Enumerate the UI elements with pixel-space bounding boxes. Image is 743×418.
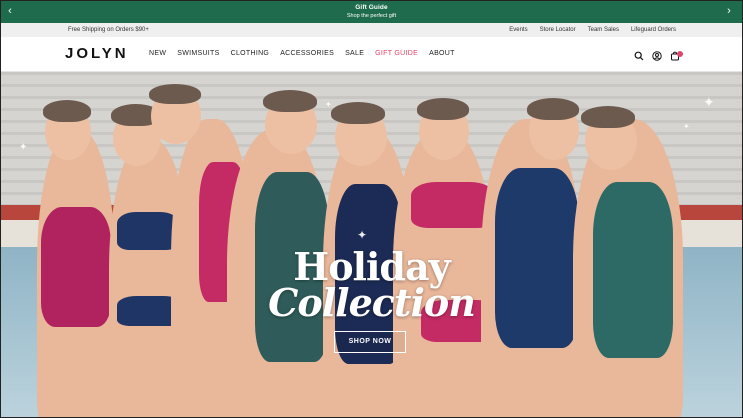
main-nav: JOLYN NEW SWIMSUITS CLOTHING ACCESSORIES… xyxy=(1,37,742,72)
utility-link-store-locator[interactable]: Store Locator xyxy=(540,27,576,33)
utility-link-lifeguard-orders[interactable]: Lifeguard Orders xyxy=(631,27,676,33)
account-icon[interactable] xyxy=(652,48,662,61)
hero-banner[interactable]: ✦ ✦ ✦ ✦ ✦ Holiday Collection SHOP NOW xyxy=(1,72,742,417)
shipping-notice: Free Shipping on Orders $90+ xyxy=(68,27,149,33)
nav-item-swimsuits[interactable]: SWIMSUITS xyxy=(177,50,219,57)
sparkle-icon: ✦ xyxy=(325,100,332,109)
announcement-title[interactable]: Gift Guide xyxy=(1,4,742,11)
sparkle-icon: ✦ xyxy=(683,122,690,131)
chevron-right-icon[interactable]: › xyxy=(722,4,736,18)
utility-link-team-sales[interactable]: Team Sales xyxy=(588,27,619,33)
search-icon[interactable] xyxy=(634,48,644,61)
cart-icon[interactable] xyxy=(670,48,683,61)
sparkle-icon: ✦ xyxy=(19,142,28,153)
cart-count-badge xyxy=(677,51,683,57)
brand-logo[interactable]: JOLYN xyxy=(65,45,129,62)
utility-link-events[interactable]: Events xyxy=(509,27,527,33)
hero-headline-collection: Collection xyxy=(268,280,476,325)
page: ‹ Gift Guide Shop the perfect gift › Fre… xyxy=(0,0,743,418)
nav-menu: NEW SWIMSUITS CLOTHING ACCESSORIES SALE … xyxy=(149,50,455,57)
utility-bar: Free Shipping on Orders $90+ Events Stor… xyxy=(1,23,742,37)
shop-now-button[interactable]: SHOP NOW xyxy=(334,331,406,353)
utility-links: Events Store Locator Team Sales Lifeguar… xyxy=(509,27,676,33)
nav-item-about[interactable]: ABOUT xyxy=(429,50,455,57)
nav-item-accessories[interactable]: ACCESSORIES xyxy=(280,50,334,57)
announcement-bar: ‹ Gift Guide Shop the perfect gift › xyxy=(1,1,742,23)
sparkle-icon: ✦ xyxy=(703,94,715,110)
announcement-subtitle[interactable]: Shop the perfect gift xyxy=(1,13,742,19)
nav-item-new[interactable]: NEW xyxy=(149,50,166,57)
nav-icons xyxy=(634,48,683,61)
nav-item-sale[interactable]: SALE xyxy=(345,50,364,57)
nav-item-gift-guide[interactable]: GIFT GUIDE xyxy=(375,50,418,57)
nav-item-clothing[interactable]: CLOTHING xyxy=(231,50,270,57)
sparkle-icon: ✦ xyxy=(357,228,368,242)
